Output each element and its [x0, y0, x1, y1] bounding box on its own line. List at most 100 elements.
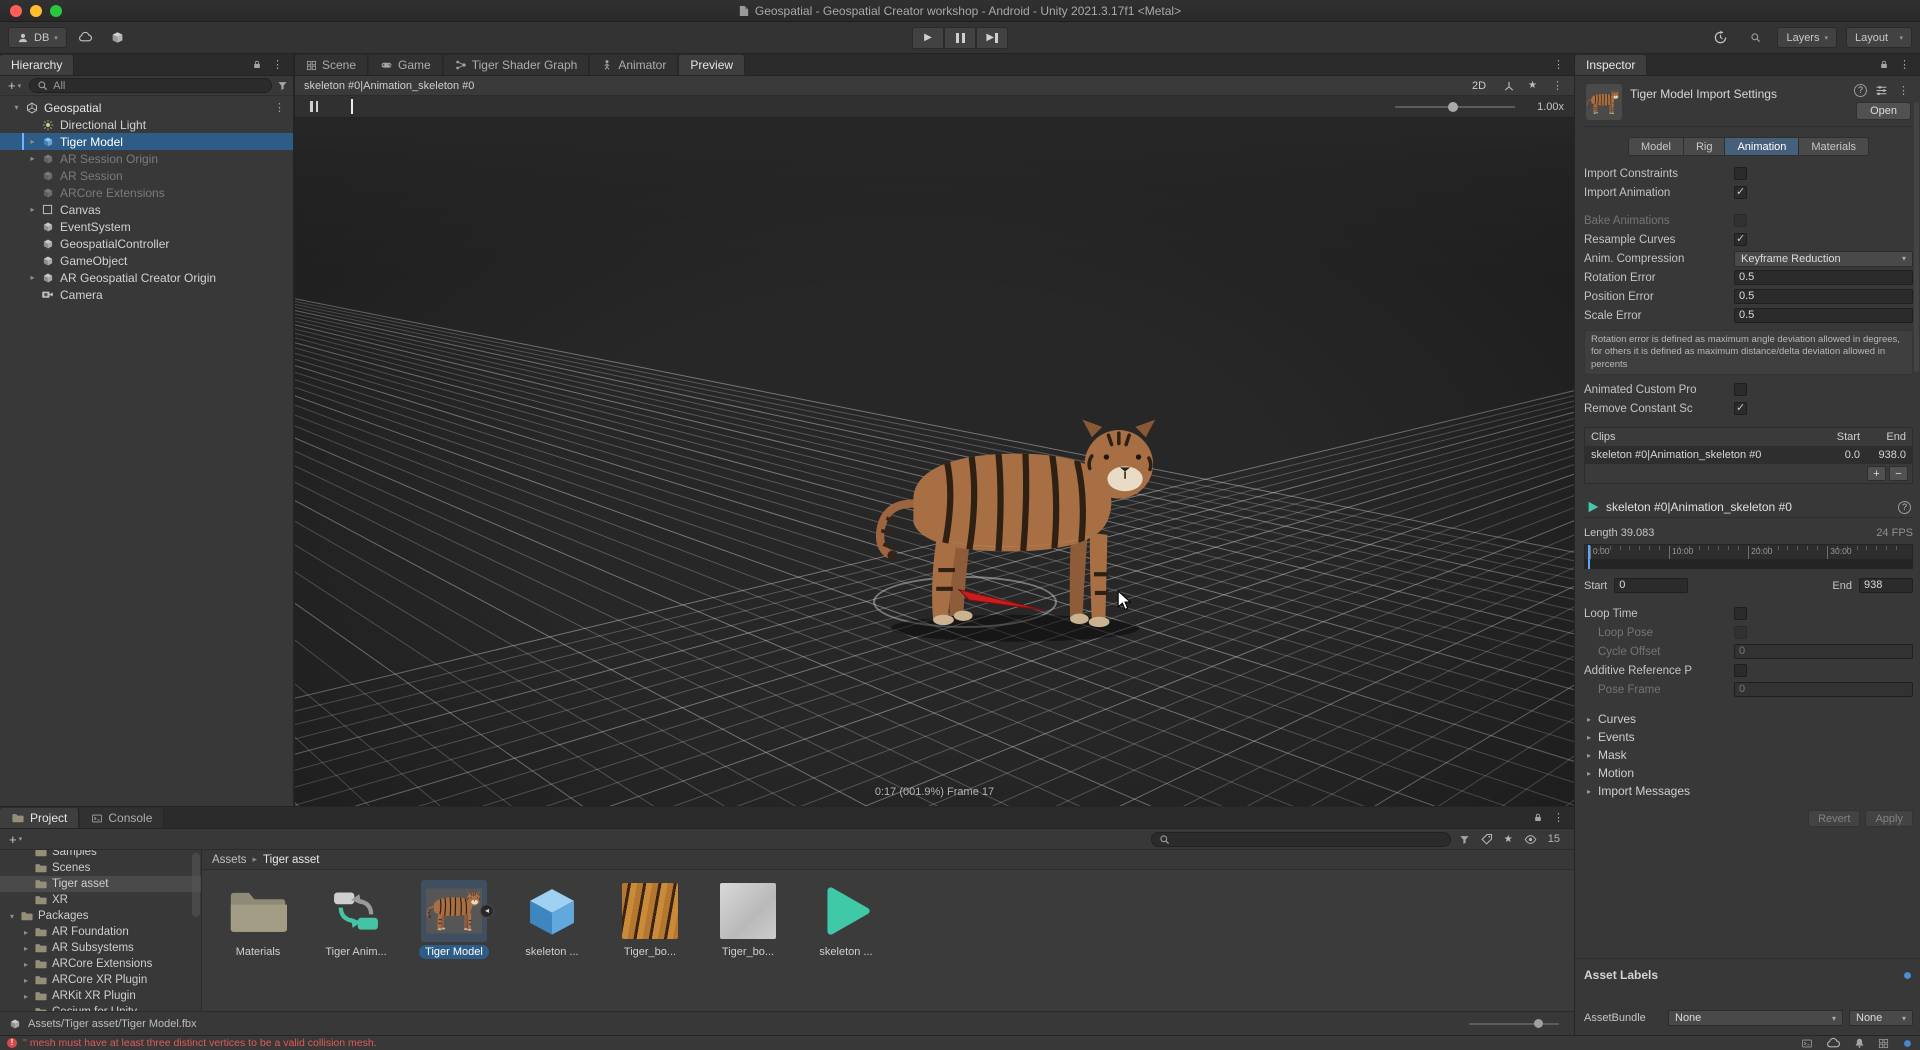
text-field[interactable]: 0.5 — [1734, 270, 1913, 285]
play-button[interactable]: ▶ — [912, 27, 944, 49]
search-everywhere-button[interactable] — [1742, 27, 1768, 49]
undo-history-button[interactable] — [1707, 27, 1733, 49]
folder-item[interactable]: ▾Packages — [0, 908, 201, 924]
hierarchy-item[interactable]: ▸Tiger Model — [0, 133, 293, 150]
import-tab-animation[interactable]: Animation — [1725, 137, 1799, 156]
hierarchy-item[interactable]: ▸Canvas — [0, 201, 293, 218]
hierarchy-item[interactable]: Camera — [0, 286, 293, 303]
checkbox[interactable] — [1734, 402, 1747, 415]
foldout-motion[interactable]: ▸Motion — [1584, 764, 1913, 782]
expand-arrow-icon[interactable]: ▾ — [6, 912, 18, 921]
lock-icon[interactable] — [252, 59, 262, 70]
presets-icon[interactable] — [1875, 84, 1888, 97]
tab-scene[interactable]: Scene — [295, 55, 368, 75]
asset-item[interactable]: Tiger_bo... — [706, 880, 790, 959]
minimize-window-button[interactable] — [30, 5, 42, 17]
lock-icon[interactable] — [1533, 812, 1543, 823]
hidden-packages-eye-icon[interactable] — [1524, 833, 1537, 846]
text-field[interactable]: 0 — [1734, 682, 1913, 697]
create-object-button[interactable]: +▾ — [5, 78, 24, 93]
checkbox[interactable] — [1734, 607, 1747, 620]
asset-item[interactable]: skeleton ... — [510, 880, 594, 959]
expand-arrow-icon[interactable]: ▸ — [20, 960, 32, 969]
tab-tiger-shader-graph[interactable]: Tiger Shader Graph — [444, 55, 590, 75]
thumbnail-size-slider[interactable] — [1469, 1023, 1559, 1025]
expand-arrow-icon[interactable]: ▸ — [20, 976, 32, 985]
text-field[interactable]: 0.5 — [1734, 289, 1913, 304]
tab-game[interactable]: Game — [369, 55, 443, 75]
status-error-text[interactable]: '' mesh must have at least three distinc… — [23, 1037, 377, 1049]
import-tab-model[interactable]: Model — [1628, 137, 1684, 156]
remove-clip-button[interactable]: − — [1889, 466, 1908, 481]
notifications-icon[interactable] — [1854, 1037, 1865, 1049]
folder-item[interactable]: ▸ARCore XR Plugin — [0, 972, 201, 988]
checkbox[interactable] — [1734, 214, 1747, 227]
revert-button[interactable]: Revert — [1808, 810, 1860, 827]
expand-arrow-icon[interactable]: ▸ — [20, 944, 32, 953]
breadcrumb-item[interactable]: Tiger asset — [263, 854, 319, 866]
grid-status-icon[interactable] — [1878, 1038, 1889, 1049]
account-dropdown[interactable]: DB ▾ — [8, 27, 67, 48]
checkbox[interactable] — [1734, 167, 1747, 180]
save-search-star-icon[interactable]: ★ — [1504, 834, 1513, 845]
pause-button[interactable] — [944, 27, 976, 49]
2d-toggle-button[interactable]: 2D — [1468, 80, 1490, 92]
folder-item[interactable]: Scenes — [0, 860, 201, 876]
foldout-mask[interactable]: ▸Mask — [1584, 746, 1913, 764]
kebab-menu-icon[interactable]: ⋮ — [272, 101, 293, 114]
expand-subassets-badge[interactable]: ◂ — [480, 904, 494, 918]
tab-animator[interactable]: Animator — [590, 55, 678, 75]
import-tab-materials[interactable]: Materials — [1799, 137, 1869, 156]
clip-list-row[interactable]: skeleton #0|Animation_skeleton #00.0938.… — [1585, 446, 1912, 464]
clip-end-field[interactable]: 938 — [1859, 578, 1913, 593]
scrollbar[interactable] — [1914, 102, 1919, 372]
tab-preview[interactable]: Preview — [679, 55, 745, 75]
folder-item[interactable]: Samples — [0, 850, 201, 860]
folder-item[interactable]: ▸Cesium for Unity — [0, 1004, 201, 1011]
clip-timeline-ruler[interactable]: 0:0010:0020:0030:00 — [1584, 544, 1913, 560]
preview-viewport[interactable]: 0:17 (001.9%) Frame 17 — [295, 118, 1574, 806]
folder-item[interactable]: XR — [0, 892, 201, 908]
clip-range-band[interactable] — [1584, 560, 1913, 569]
assetbundle-variant-dropdown[interactable]: None ▾ — [1849, 1010, 1913, 1026]
foldout-curves[interactable]: ▸Curves — [1584, 710, 1913, 728]
tab-inspector[interactable]: Inspector — [1575, 55, 1647, 75]
speed-slider[interactable] — [1395, 106, 1515, 108]
hierarchy-item[interactable]: ARCore Extensions — [0, 184, 293, 201]
console-status-icon[interactable] — [1801, 1038, 1813, 1049]
project-search-input[interactable] — [1151, 832, 1451, 847]
timeline-playhead[interactable] — [351, 99, 353, 114]
checkbox[interactable] — [1734, 626, 1747, 639]
folder-item[interactable]: ▸AR Subsystems — [0, 940, 201, 956]
asset-item[interactable]: Tiger_bo... — [608, 880, 692, 959]
add-clip-button[interactable]: + — [1867, 466, 1886, 481]
kebab-menu-icon[interactable]: ⋮ — [1896, 84, 1911, 97]
package-manager-button[interactable] — [105, 27, 131, 49]
hierarchy-item[interactable]: ▸AR Geospatial Creator Origin — [0, 269, 293, 286]
asset-item[interactable]: ◂Tiger Model — [412, 880, 496, 959]
scene-row[interactable]: ▾ Geospatial ⋮ — [0, 99, 293, 116]
search-by-label-icon[interactable] — [1481, 833, 1493, 845]
expand-arrow-icon[interactable]: ▸ — [20, 992, 32, 1001]
assetbundle-dropdown[interactable]: None ▾ — [1668, 1010, 1843, 1026]
lock-icon[interactable] — [1879, 59, 1889, 70]
slider-knob[interactable] — [1448, 102, 1458, 112]
kebab-menu-icon[interactable]: ⋮ — [1897, 58, 1912, 71]
tab-console[interactable]: Console — [80, 808, 164, 828]
checkbox[interactable] — [1734, 383, 1747, 396]
tab-hierarchy[interactable]: Hierarchy — [0, 55, 74, 75]
gizmo-axis-icon[interactable] — [1503, 80, 1515, 92]
hierarchy-item[interactable]: GameObject — [0, 252, 293, 269]
foldout-import-messages[interactable]: ▸Import Messages — [1584, 782, 1913, 800]
hierarchy-item[interactable]: AR Session — [0, 167, 293, 184]
step-button[interactable]: ▶ — [976, 27, 1008, 49]
layout-dropdown[interactable]: Layout ▾ — [1846, 27, 1912, 48]
hierarchy-item[interactable]: Directional Light — [0, 116, 293, 133]
asset-item[interactable]: Materials — [216, 880, 300, 959]
expand-arrow-icon[interactable]: ▸ — [26, 273, 39, 282]
folder-item[interactable]: ▸ARCore Extensions — [0, 956, 201, 972]
hierarchy-search-input[interactable]: All — [29, 78, 272, 93]
pause-icon[interactable] — [310, 101, 318, 112]
hierarchy-item[interactable]: ▸AR Session Origin — [0, 150, 293, 167]
search-by-type-icon[interactable] — [1459, 834, 1470, 845]
